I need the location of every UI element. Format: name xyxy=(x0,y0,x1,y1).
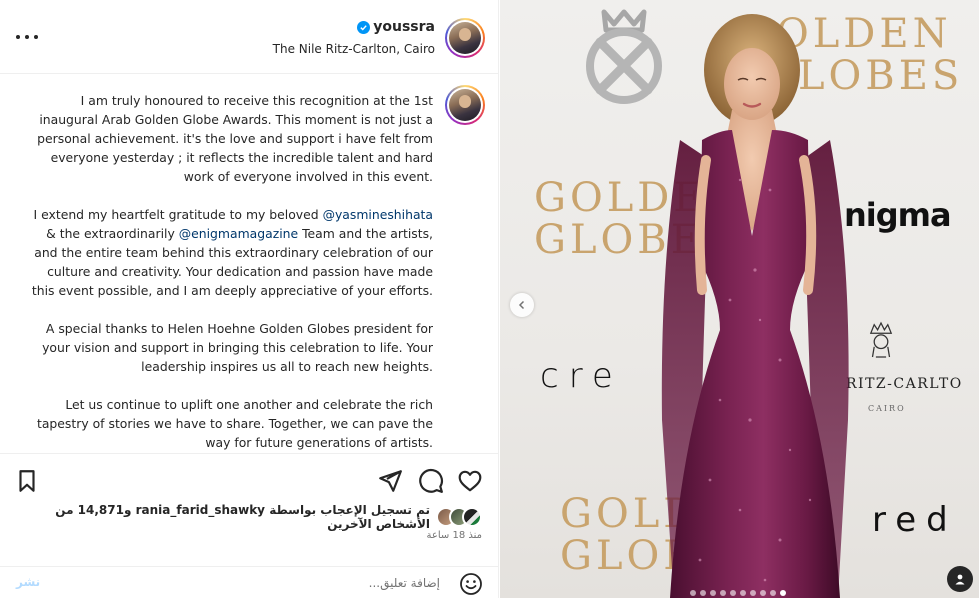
post-comment-button[interactable]: نشر xyxy=(16,575,40,589)
backdrop-logo-cred: red xyxy=(872,500,958,540)
carousel-dot xyxy=(690,590,696,596)
post-photo[interactable]: GOLDEN GLOBES GOLDEN GLOBE GOLD GLOBE ni… xyxy=(500,0,979,598)
backdrop-logo-cred: cre xyxy=(540,356,623,396)
action-bar xyxy=(0,453,499,505)
emoji-icon xyxy=(460,573,482,595)
emoji-button[interactable] xyxy=(459,572,483,596)
caption-p1: I am truly honoured to receive this reco… xyxy=(37,93,433,184)
previous-image-button[interactable] xyxy=(510,293,534,317)
comment-icon xyxy=(419,469,443,493)
comment-bar: نشر xyxy=(0,566,499,598)
carousel-dot xyxy=(700,590,706,596)
carousel-dot xyxy=(720,590,726,596)
heart-icon xyxy=(458,470,482,492)
tagged-users-button[interactable] xyxy=(947,566,973,592)
carousel-dot xyxy=(750,590,756,596)
comment-input[interactable] xyxy=(60,571,440,595)
chevron-left-icon xyxy=(518,300,525,310)
header-text: youssra The Nile Ritz-Carlton, Cairo xyxy=(273,18,435,58)
avatar[interactable] xyxy=(445,18,485,58)
carousel-dot xyxy=(770,590,776,596)
more-icon xyxy=(16,35,20,39)
header-username[interactable]: youssra xyxy=(373,18,435,36)
post-timestamp[interactable]: منذ 18 ساعة xyxy=(427,530,482,541)
carousel-dot xyxy=(760,590,766,596)
caption-area: I am truly honoured to receive this reco… xyxy=(0,75,499,452)
caption-paragraph-3: A special thanks to Helen Hoehne Golden … xyxy=(42,321,433,374)
carousel-dot xyxy=(710,590,716,596)
header-location[interactable]: The Nile Ritz-Carlton, Cairo xyxy=(273,40,435,58)
post-details-panel: youssra The Nile Ritz-Carlton, Cairo I a… xyxy=(0,0,499,598)
verified-icon xyxy=(357,20,371,34)
caption-paragraph-1: I am truly honoured to receive this reco… xyxy=(29,91,433,186)
likes-row: تم تسجيل الإعجاب بواسطة rania_farid_shaw… xyxy=(0,503,482,531)
post-header: youssra The Nile Ritz-Carlton, Cairo xyxy=(0,0,499,74)
backdrop-logo-cairo: CAIRO xyxy=(868,404,906,413)
carousel-dot xyxy=(730,590,736,596)
likes-count[interactable]: تم تسجيل الإعجاب بواسطة rania_farid_shaw… xyxy=(0,503,430,531)
header-username-row: youssra xyxy=(273,18,435,36)
carousel-dot xyxy=(780,590,786,596)
share-icon xyxy=(379,470,402,492)
carousel-dot xyxy=(740,590,746,596)
like-button[interactable] xyxy=(457,468,483,494)
caption-paragraph-2: I extend my heartfelt gratitude to my be… xyxy=(31,207,433,298)
caption-text: I am truly honoured to receive this reco… xyxy=(29,91,433,452)
likers-avatars xyxy=(436,507,482,527)
caption-paragraph-4: Let us continue to uplift one another an… xyxy=(36,397,433,450)
caption-avatar[interactable] xyxy=(445,85,485,125)
person-in-gown-figure xyxy=(661,14,849,598)
bookmark-icon xyxy=(19,470,35,492)
mention-link[interactable]: @yasmineshihata xyxy=(323,207,433,222)
comment-button[interactable] xyxy=(418,468,444,494)
more-options-button[interactable] xyxy=(16,28,38,46)
carousel-indicator xyxy=(690,590,786,596)
bookmark-button[interactable] xyxy=(14,468,40,494)
share-button[interactable] xyxy=(377,468,403,494)
user-tag-icon xyxy=(955,574,965,585)
avatar xyxy=(462,507,482,527)
mention-link[interactable]: @enigmamagazine xyxy=(179,226,298,241)
